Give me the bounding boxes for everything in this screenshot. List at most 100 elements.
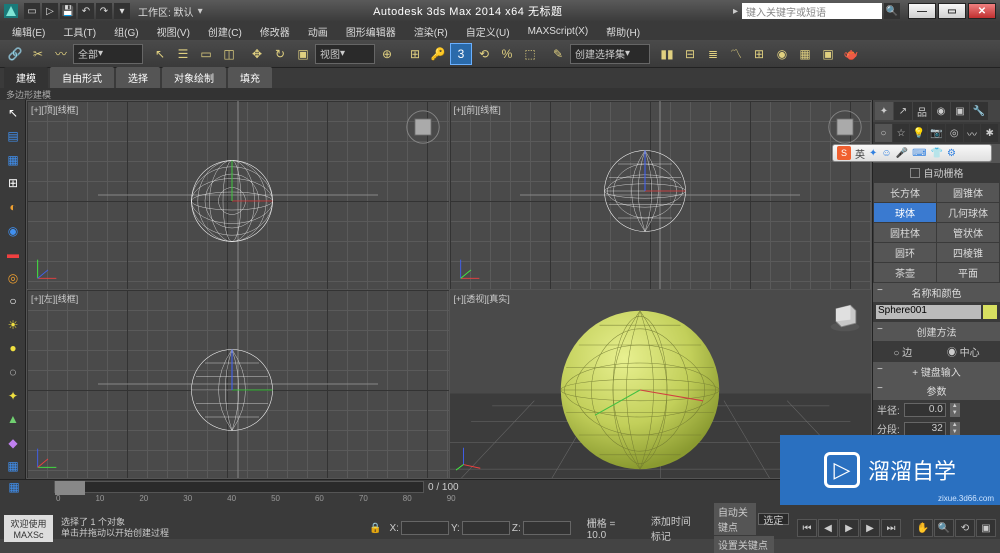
rollout-keyboard-entry[interactable]: + 键盘输入	[873, 362, 1000, 381]
ime-settings-icon[interactable]: ⚙	[947, 148, 956, 159]
viewport-persp-label[interactable]: [+][透视][真实]	[454, 292, 510, 305]
window-close-button[interactable]: ✕	[968, 3, 996, 19]
window-maximize-button[interactable]: ▭	[938, 3, 966, 19]
prim-pyramid[interactable]: 四棱锥	[937, 243, 999, 262]
search-icon[interactable]: 🔍	[884, 3, 900, 19]
rollout-parameters[interactable]: 参数	[873, 381, 1000, 400]
viewport-left[interactable]: [+][左][线框]	[27, 290, 449, 478]
create-lights-icon[interactable]: 💡	[910, 124, 927, 142]
lt-flat-icon[interactable]: ▬	[2, 243, 24, 265]
time-slider[interactable]	[54, 481, 424, 493]
radio-edge[interactable]: ○ 边	[893, 344, 912, 359]
maxscript-mini[interactable]: 欢迎使用 MAXSc	[4, 515, 53, 542]
lt-hidden-icon[interactable]: ◎	[2, 267, 24, 289]
panel-tab-create-icon[interactable]: ✦	[875, 102, 893, 120]
curve-editor-icon[interactable]: 〽	[725, 43, 747, 65]
prim-cylinder[interactable]: 圆柱体	[874, 223, 936, 242]
unlink-icon[interactable]: ✂	[27, 43, 49, 65]
workspace-selector[interactable]: 工作区: 默认	[138, 4, 194, 19]
menu-modifiers[interactable]: 修改器	[252, 22, 298, 41]
render-prod-icon[interactable]: 🫖	[840, 43, 862, 65]
ime-lang[interactable]: 英	[855, 146, 865, 161]
menu-grapheditors[interactable]: 图形编辑器	[338, 22, 404, 41]
schematic-icon[interactable]: ⊞	[748, 43, 770, 65]
key-filter-dropdown[interactable]: 选定	[758, 513, 789, 525]
sogou-logo-icon[interactable]: S	[837, 146, 851, 160]
timeline-cfg-icon[interactable]: ▦	[4, 480, 24, 494]
qat-redo-icon[interactable]: ↷	[96, 3, 112, 19]
create-space-icon[interactable]: 〰	[964, 124, 981, 142]
viewcube-top-icon[interactable]	[405, 109, 441, 145]
qat-undo-icon[interactable]: ↶	[78, 3, 94, 19]
menu-create[interactable]: 创建(C)	[200, 22, 250, 41]
menu-customize[interactable]: 自定义(U)	[458, 22, 518, 41]
tab-freeform[interactable]: 自由形式	[50, 67, 114, 88]
ime-skin-icon[interactable]: 👕	[931, 148, 943, 159]
create-shapes-icon[interactable]: ☆	[893, 124, 910, 142]
percent-snap-icon[interactable]: %	[496, 43, 518, 65]
pivot-icon[interactable]: ⊕	[376, 43, 398, 65]
lt-shade-icon[interactable]: ◉	[2, 220, 24, 242]
qat-more-icon[interactable]: ▾	[114, 3, 130, 19]
nav-orbit-icon[interactable]: ⟲	[955, 519, 975, 537]
prev-frame-icon[interactable]: ◀	[818, 519, 838, 537]
create-systems-icon[interactable]: ✱	[981, 124, 998, 142]
menu-render[interactable]: 渲染(R)	[406, 22, 456, 41]
menu-tools[interactable]: 工具(T)	[55, 22, 104, 41]
object-color-swatch[interactable]	[983, 305, 997, 319]
rollout-name-color[interactable]: 名称和颜色	[873, 283, 1000, 302]
goto-start-icon[interactable]: ⏮	[797, 519, 817, 537]
tab-modeling[interactable]: 建模	[4, 67, 48, 88]
autokey-button[interactable]: 自动关键点	[714, 503, 756, 535]
select-icon[interactable]: ↖	[149, 43, 171, 65]
rendered-frame-icon[interactable]: ▣	[817, 43, 839, 65]
qat-open-icon[interactable]: ▷	[42, 3, 58, 19]
ime-keyboard-icon[interactable]: ⌨	[912, 148, 926, 159]
rotate-icon[interactable]: ↻	[269, 43, 291, 65]
object-name-input[interactable]: Sphere001	[876, 305, 981, 319]
lt-cfg-icon[interactable]: ▦	[2, 455, 24, 477]
app-icon[interactable]	[4, 4, 18, 18]
ref-coord-dropdown[interactable]: 视图 ▾	[315, 44, 375, 64]
rollout-create-method[interactable]: 创建方法	[873, 322, 1000, 341]
prim-tube[interactable]: 管状体	[937, 223, 999, 242]
menu-animation[interactable]: 动画	[300, 22, 336, 41]
menu-edit[interactable]: 编辑(E)	[4, 22, 53, 41]
z-input[interactable]	[523, 521, 571, 535]
lt-ao-icon[interactable]: ◆	[2, 432, 24, 454]
material-editor-icon[interactable]: ◉	[771, 43, 793, 65]
nav-zoom-icon[interactable]: 🔍	[934, 519, 954, 537]
play-icon[interactable]: ▶	[839, 519, 859, 537]
nav-pan-icon[interactable]: ✋	[913, 519, 933, 537]
radius-down[interactable]: ▼	[950, 410, 960, 417]
render-setup-icon[interactable]: ▦	[794, 43, 816, 65]
tab-populate[interactable]: 填充	[228, 67, 272, 88]
keymode-icon[interactable]: 🔑	[427, 43, 449, 65]
viewport-front-label[interactable]: [+][前][线框]	[454, 103, 501, 116]
mirror-icon[interactable]: ▮▮	[656, 43, 678, 65]
panel-tab-modify-icon[interactable]: ↗	[894, 102, 912, 120]
ime-punct-icon[interactable]: ✦	[869, 148, 877, 159]
lt-sun-icon[interactable]: ☀	[2, 314, 24, 336]
prim-cone[interactable]: 圆锥体	[937, 183, 999, 202]
viewport-left-label[interactable]: [+][左][线框]	[31, 292, 78, 305]
lock-icon[interactable]: 🔒	[369, 523, 381, 534]
panel-tab-display-icon[interactable]: ▣	[951, 102, 969, 120]
y-input[interactable]	[462, 521, 510, 535]
prim-plane[interactable]: 平面	[937, 263, 999, 282]
lt-wire-icon[interactable]: ⊞	[2, 173, 24, 195]
prim-box[interactable]: 长方体	[874, 183, 936, 202]
snap-toggle-icon[interactable]: 3	[450, 43, 472, 65]
selection-filter-dropdown[interactable]: 全部 ▾	[73, 44, 143, 64]
menu-view[interactable]: 视图(V)	[149, 22, 198, 41]
layers-icon[interactable]: ≣	[702, 43, 724, 65]
prim-teapot[interactable]: 茶壶	[874, 263, 936, 282]
bind-space-icon[interactable]: 〰	[50, 43, 72, 65]
region-rect-icon[interactable]: ▭	[195, 43, 217, 65]
qat-save-icon[interactable]: 💾	[60, 3, 76, 19]
spinner-snap-icon[interactable]: ⬚	[519, 43, 541, 65]
help-search-input[interactable]: 键入关键字或短语	[742, 3, 882, 19]
angle-snap-icon[interactable]: ⟲	[473, 43, 495, 65]
menu-group[interactable]: 组(G)	[106, 22, 146, 41]
panel-tab-motion-icon[interactable]: ◉	[932, 102, 950, 120]
